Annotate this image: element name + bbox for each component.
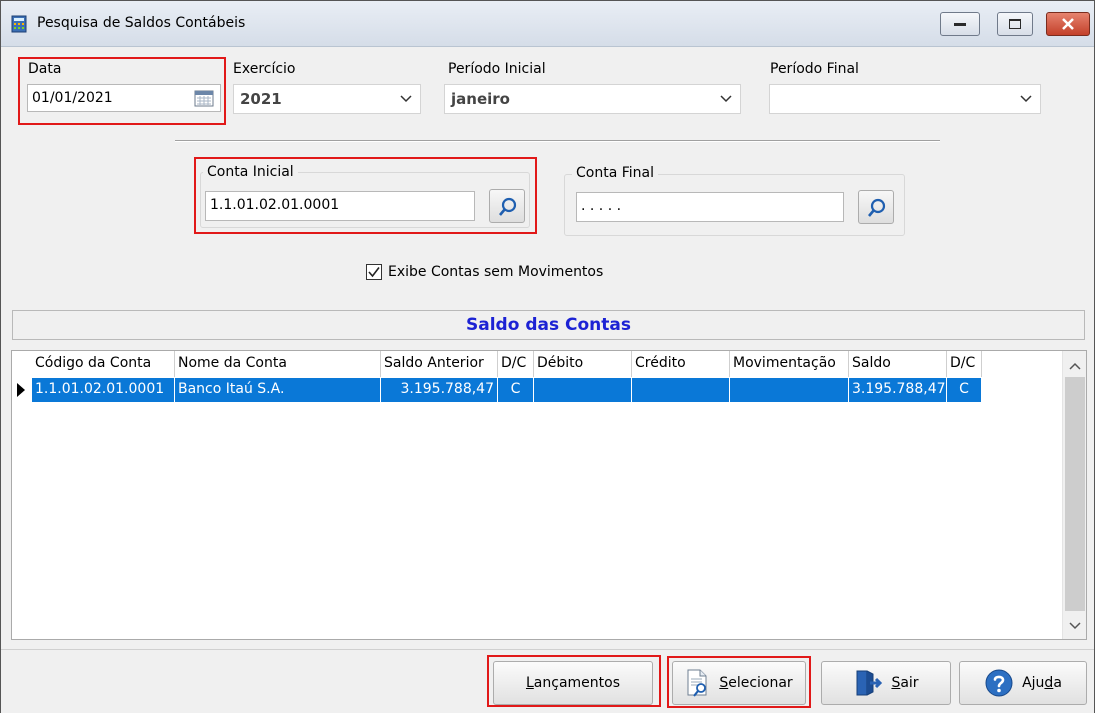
exibe-sem-movimentos-checkbox[interactable]	[366, 264, 382, 280]
client-area: Data 01/01/2021 Exercício 2021 Período I…	[7, 48, 1089, 648]
col-dc-anterior[interactable]: D/C	[498, 351, 534, 377]
cell-dc-saldo[interactable]: C	[947, 378, 982, 402]
cell-debito[interactable]	[534, 378, 632, 402]
current-row-indicator-icon	[17, 383, 25, 397]
title-bar: Pesquisa de Saldos Contábeis	[1, 1, 1094, 47]
col-credito[interactable]: Crédito	[632, 351, 730, 377]
conta-final-label: Conta Final	[572, 165, 658, 181]
scroll-down-icon[interactable]	[1069, 621, 1081, 631]
periodo-inicial-value: janeiro	[451, 90, 510, 108]
col-saldo-anterior[interactable]: Saldo Anterior	[381, 351, 498, 377]
col-nome-da-conta[interactable]: Nome da Conta	[175, 351, 381, 377]
window-title: Pesquisa de Saldos Contábeis	[37, 15, 246, 31]
search-icon	[868, 198, 886, 217]
conta-final-input[interactable]: . . . . .	[576, 192, 844, 222]
sair-button[interactable]: Sair	[821, 661, 951, 705]
lancamentos-highlight	[487, 655, 661, 707]
minimize-button[interactable]	[940, 12, 980, 36]
separator	[175, 140, 940, 142]
exercicio-label: Exercício	[233, 61, 296, 77]
conta-inicial-highlight	[194, 157, 537, 234]
col-saldo[interactable]: Saldo	[849, 351, 947, 377]
chevron-down-icon	[1020, 95, 1032, 103]
cell-credito[interactable]	[632, 378, 730, 402]
chevron-down-icon	[720, 95, 732, 103]
cell-nome[interactable]: Banco Itaú S.A.	[175, 378, 381, 402]
cell-saldo[interactable]: 3.195.788,47	[849, 378, 947, 402]
exercicio-select[interactable]: 2021	[233, 84, 421, 114]
ajuda-label: Ajuda	[1022, 675, 1062, 691]
app-calculator-icon	[10, 15, 28, 33]
col-codigo-da-conta[interactable]: Código da Conta	[32, 351, 175, 377]
periodo-inicial-select[interactable]: janeiro	[444, 84, 741, 114]
close-button[interactable]	[1046, 12, 1090, 36]
col-movimentacao[interactable]: Movimentação	[730, 351, 849, 377]
window: Pesquisa de Saldos Contábeis Data 01/01/…	[0, 0, 1095, 713]
exercicio-value: 2021	[240, 90, 282, 108]
help-icon	[985, 669, 1013, 697]
selecionar-highlight	[667, 656, 811, 708]
cell-saldo-anterior[interactable]: 3.195.788,47	[381, 378, 498, 402]
sair-label: Sair	[891, 675, 919, 691]
chevron-down-icon	[400, 95, 412, 103]
grid-header: Código da Conta Nome da Conta Saldo Ante…	[12, 351, 1056, 377]
periodo-inicial-label: Período Inicial	[448, 61, 546, 77]
exit-door-icon	[856, 670, 883, 696]
cell-codigo[interactable]: 1.1.01.02.01.0001	[32, 378, 175, 402]
exibe-sem-movimentos-label[interactable]: Exibe Contas sem Movimentos	[388, 264, 603, 280]
check-icon	[368, 267, 380, 278]
scrollbar-track[interactable]	[1065, 377, 1085, 611]
saldo-grid[interactable]: Código da Conta Nome da Conta Saldo Ante…	[11, 350, 1087, 640]
col-debito[interactable]: Débito	[534, 351, 632, 377]
maximize-button[interactable]	[997, 12, 1033, 36]
data-highlight	[18, 57, 226, 125]
conta-final-search-button[interactable]	[858, 190, 894, 224]
conta-final-value: . . . . .	[581, 198, 622, 214]
cell-movimentacao[interactable]	[730, 378, 849, 402]
vertical-scrollbar[interactable]	[1062, 351, 1086, 639]
periodo-final-label: Período Final	[770, 61, 859, 77]
periodo-final-select[interactable]	[769, 84, 1041, 114]
section-title: Saldo das Contas	[12, 310, 1085, 340]
scroll-up-icon[interactable]	[1069, 361, 1081, 371]
col-dc-saldo[interactable]: D/C	[947, 351, 982, 377]
ajuda-button[interactable]: Ajuda	[959, 661, 1087, 705]
footer-bar: Lançamentos Selecionar Sair Ajuda	[1, 649, 1094, 713]
cell-dc-anterior[interactable]: C	[498, 378, 534, 402]
